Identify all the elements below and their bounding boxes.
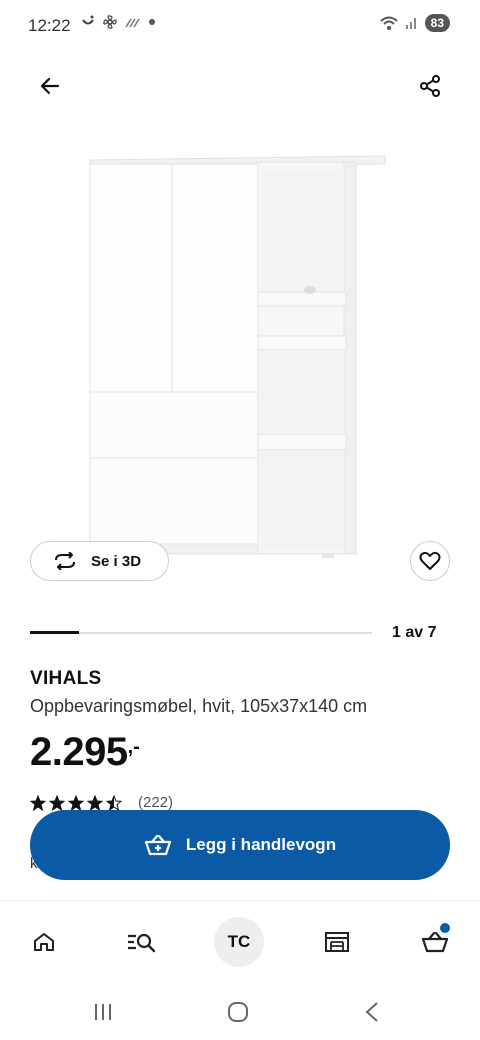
notification-icons [80,14,156,30]
rotate-3d-icon [55,552,75,570]
add-to-cart-label: Legg i handlevogn [185,835,337,854]
heart-icon [419,551,441,570]
image-counter: 1 av 7 [392,624,437,641]
arrow-left-icon [40,77,60,95]
star-icon [106,794,122,811]
back-button[interactable] [30,66,70,106]
recent-apps-icon [95,1004,111,1020]
price-suffix: ,- [127,736,140,758]
profile-initials: TC [227,932,251,951]
rating-count: (222) [138,794,174,811]
product-image[interactable] [60,120,420,570]
wifi-icon [379,16,398,30]
star-icon [87,794,103,811]
back-chevron-icon [365,1002,378,1022]
dot-icon [149,19,155,25]
system-nav-bar [0,985,480,1040]
home-icon [34,933,54,951]
status-bar: 12:22 83 [0,0,480,52]
fan-icon [103,15,117,29]
share-button[interactable] [410,66,450,106]
status-time: 12:22 [28,16,71,35]
nav-search[interactable] [116,917,166,967]
basket-icon [421,931,449,953]
star-icon [30,794,46,811]
home-circle-icon [228,1002,248,1022]
rating-stars [30,794,122,811]
signal-icon [405,18,416,29]
image-carousel-progress [30,631,372,634]
back-system-button[interactable] [352,997,392,1027]
recent-apps-button[interactable] [83,997,123,1027]
cabinet-illustration [89,155,386,558]
search-list-icon [128,933,156,953]
view-3d-label: Se i 3D [91,552,142,570]
system-icons: 83 [379,14,450,32]
home-system-button[interactable] [218,997,258,1027]
price-amount: 2.295 [30,730,128,774]
nav-home[interactable] [19,917,69,967]
add-to-cart-button[interactable]: Legg i handlevogn [30,810,450,880]
cart-badge-dot [440,923,450,933]
nav-cart[interactable] [410,917,460,967]
smile-notification-icon [82,15,94,25]
basket-plus-icon [144,834,172,856]
battery-level: 83 [424,14,450,32]
product-price: 2.295 ,- [30,730,140,775]
store-icon [325,932,349,952]
nav-profile[interactable]: TC [214,917,264,967]
bottom-nav: TC [0,900,480,980]
view-3d-button[interactable]: Se i 3D [30,541,169,581]
product-name: VIHALS [30,668,102,689]
missed-call-icon [125,18,140,28]
product-description: Oppbevaringsmøbel, hvit, 105x37x140 cm [30,696,368,716]
product-rating[interactable]: (222) [30,794,173,811]
nav-store[interactable] [312,917,362,967]
share-icon [420,75,440,97]
star-icon [68,794,84,811]
star-icon [49,794,65,811]
favorite-button[interactable] [410,541,450,581]
carousel-progress-fill [30,631,79,634]
top-nav [0,60,480,104]
